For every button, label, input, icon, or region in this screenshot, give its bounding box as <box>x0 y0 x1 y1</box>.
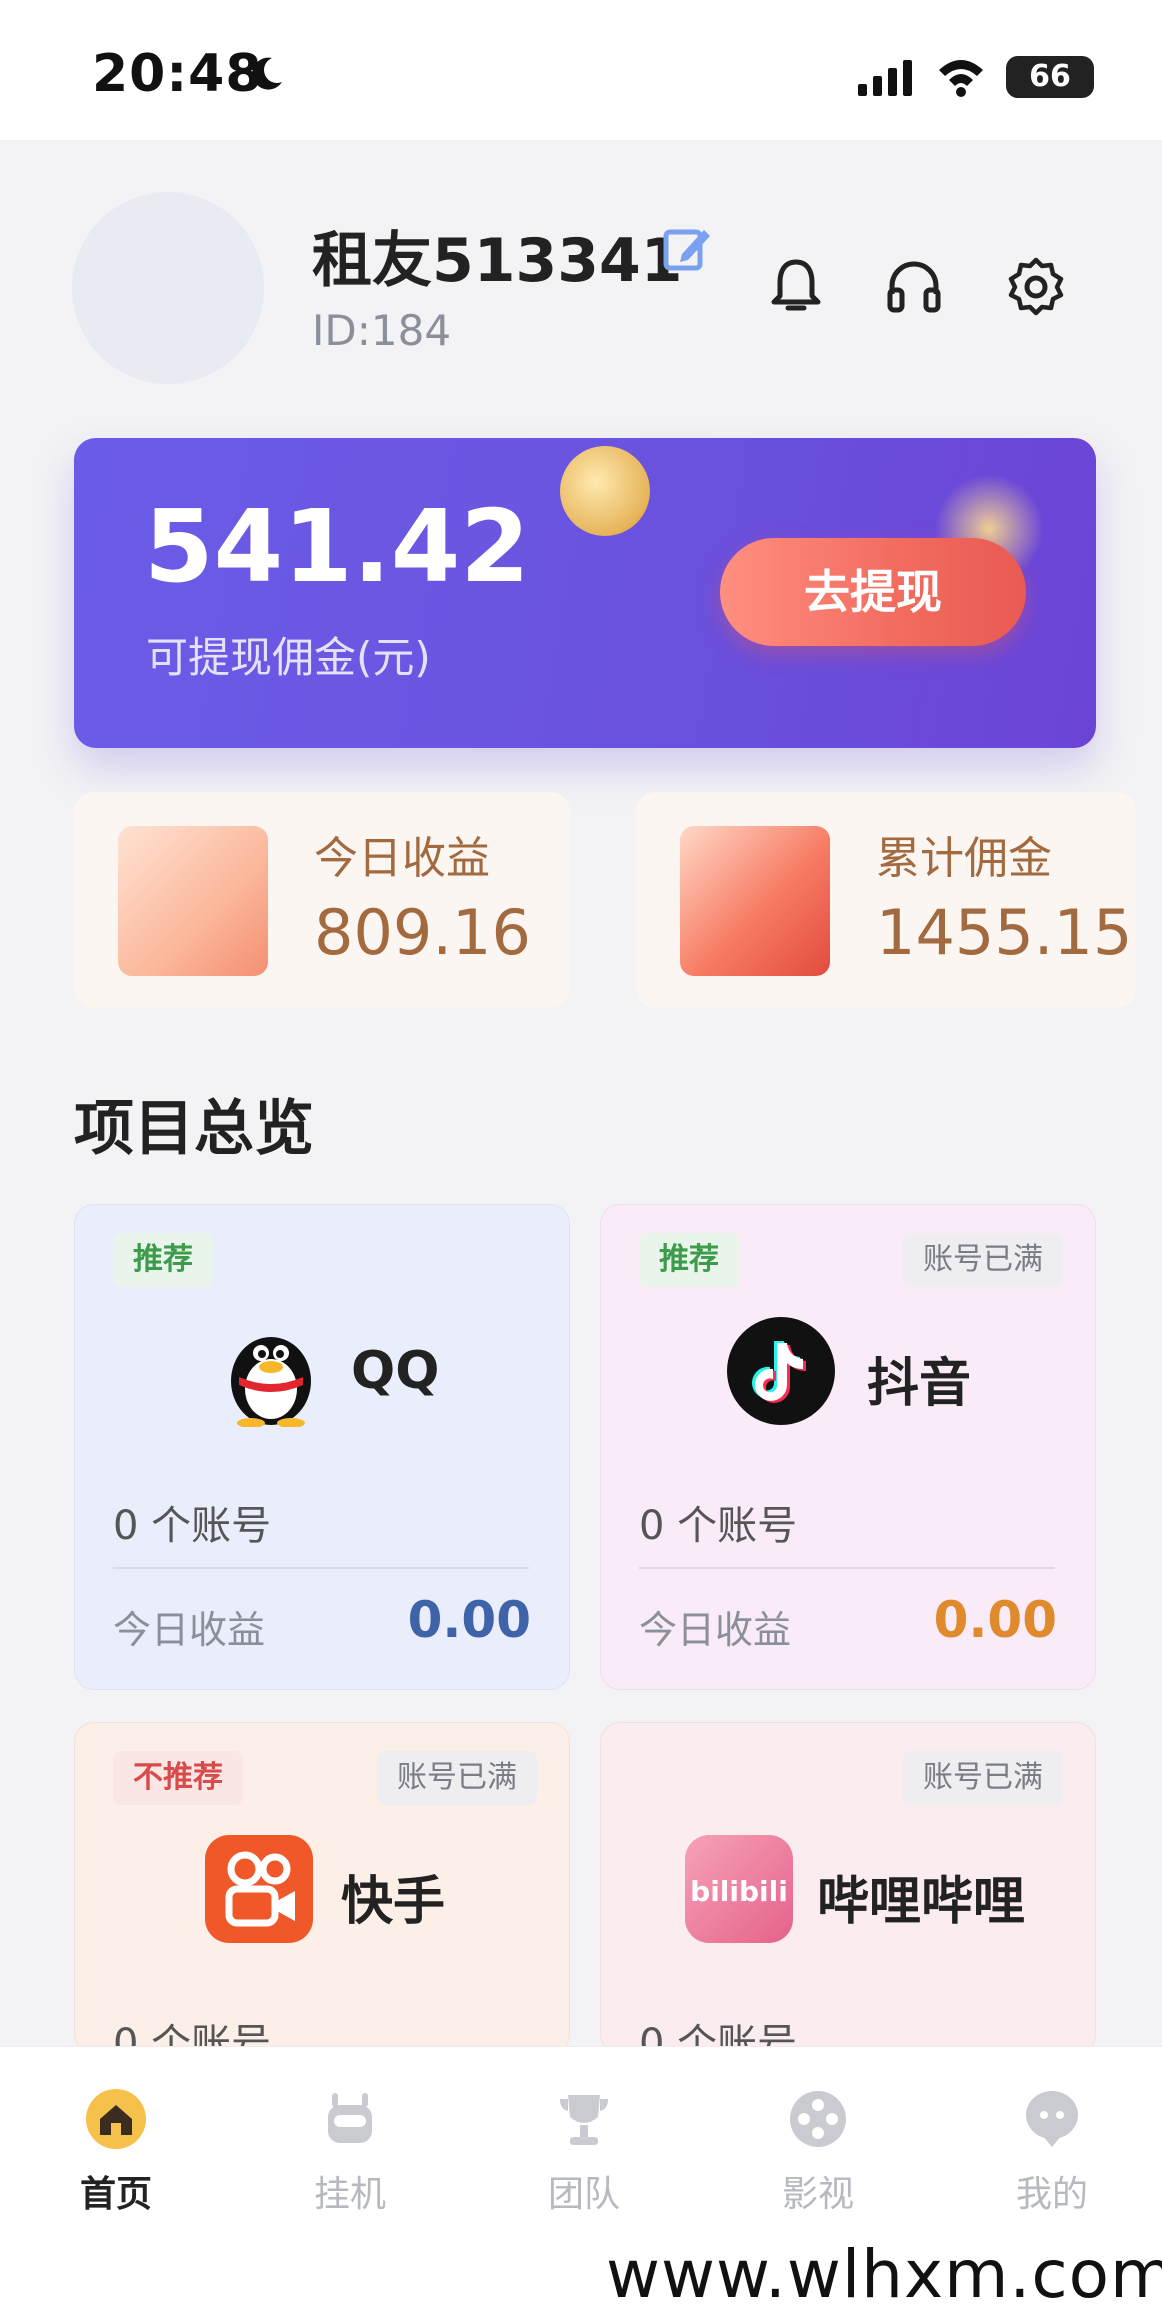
nav-item-hangup[interactable]: 挂机 <box>270 2087 430 2217</box>
today-earnings-label: 今日收益 <box>639 1608 792 1652</box>
piggy-bank-illustration <box>680 826 830 976</box>
nav-label-home: 首页 <box>79 2174 152 2215</box>
nav-item-mine[interactable]: 我的 <box>972 2087 1132 2217</box>
account-count: 0 个账号 <box>639 1503 798 1549</box>
total-commission-card[interactable]: 累计佣金 1455.15 <box>636 792 1136 1008</box>
nav-item-team[interactable]: 团队 <box>504 2087 664 2217</box>
account-full-tag: 账号已满 <box>903 1233 1063 1287</box>
nav-label-hangup: 挂机 <box>313 2174 386 2215</box>
balance-card: 541.42 可提现佣金(元) 去提现 <box>74 438 1096 748</box>
avatar[interactable] <box>72 192 264 384</box>
nav-label-mine: 我的 <box>1015 2174 1088 2215</box>
nav-label-video: 影视 <box>781 2174 854 2215</box>
section-title: 项目总览 <box>74 1094 314 1164</box>
today-earnings-value: 0.00 <box>407 1591 531 1649</box>
gear-icon[interactable] <box>1006 256 1066 316</box>
trophy-icon <box>560 2095 608 2145</box>
project-name: 哔哩哔哩 <box>817 1872 1026 1932</box>
today-earnings-title: 今日收益 <box>314 833 490 884</box>
project-card-qq[interactable]: 推荐 QQ 0 个账号 今日收益 0.00 <box>74 1204 570 1690</box>
bilibili-logo-text: bilibili <box>690 1875 788 1908</box>
withdrawable-amount: 541.42 <box>144 488 530 605</box>
earnings-illustration <box>118 826 268 976</box>
recommend-tag: 推荐 <box>639 1233 739 1287</box>
coin-decoration <box>560 446 650 536</box>
account-full-tag: 账号已满 <box>377 1751 537 1805</box>
project-name: 快手 <box>341 1872 446 1932</box>
moon-icon <box>252 57 282 90</box>
headset-icon[interactable] <box>884 256 944 316</box>
project-name: 抖音 <box>867 1354 972 1414</box>
edit-icon[interactable] <box>662 222 714 274</box>
total-commission-title: 累计佣金 <box>876 833 1052 884</box>
robot-icon <box>328 2093 372 2143</box>
watermark: www.wlhxm.com <box>606 2236 1162 2313</box>
divider <box>113 1567 529 1569</box>
account-count: 0 个账号 <box>113 1503 272 1549</box>
bell-icon[interactable] <box>768 256 824 316</box>
withdraw-button[interactable]: 去提现 <box>720 538 1026 646</box>
user-id: ID:184 <box>312 306 452 355</box>
today-earnings-card[interactable]: 今日收益 809.16 <box>74 792 570 1008</box>
account-full-tag: 账号已满 <box>903 1751 1063 1805</box>
battery-indicator: 66 <box>1006 56 1094 98</box>
cellular-signal-icon <box>858 60 912 96</box>
today-earnings-value: 0.00 <box>933 1591 1057 1649</box>
wifi-icon <box>939 60 983 97</box>
project-name: QQ <box>351 1341 440 1401</box>
tiktok-icon <box>727 1317 835 1425</box>
project-card-bilibili[interactable]: 账号已满 bilibili 哔哩哔哩 0 个账号 <box>600 1722 1096 2054</box>
qq-penguin-icon <box>231 1337 311 1427</box>
divider <box>639 1567 1055 1569</box>
nav-label-team: 团队 <box>547 2174 620 2215</box>
username: 租友513341 <box>312 226 683 296</box>
nav-item-home[interactable]: 首页 <box>36 2087 196 2217</box>
not-recommend-tag: 不推荐 <box>113 1751 243 1805</box>
kuaishou-icon <box>205 1835 313 1943</box>
nav-item-video[interactable]: 影视 <box>738 2087 898 2217</box>
today-earnings-label: 今日收益 <box>113 1608 266 1652</box>
status-time: 20:48 <box>92 44 263 104</box>
project-card-kuaishou[interactable]: 不推荐 账号已满 快手 0 个账号 <box>74 1722 570 2054</box>
recommend-tag: 推荐 <box>113 1233 213 1287</box>
today-earnings-value: 809.16 <box>314 896 531 969</box>
film-reel-icon <box>790 2091 846 2147</box>
profile-icon <box>1026 2091 1078 2147</box>
home-icon <box>86 2089 146 2149</box>
withdrawable-label: 可提现佣金(元) <box>146 633 431 682</box>
bilibili-icon: bilibili <box>685 1835 793 1943</box>
total-commission-value: 1455.15 <box>876 896 1133 969</box>
project-card-douyin[interactable]: 推荐 账号已满 抖音 0 个账号 今日收益 0.00 <box>600 1204 1096 1690</box>
